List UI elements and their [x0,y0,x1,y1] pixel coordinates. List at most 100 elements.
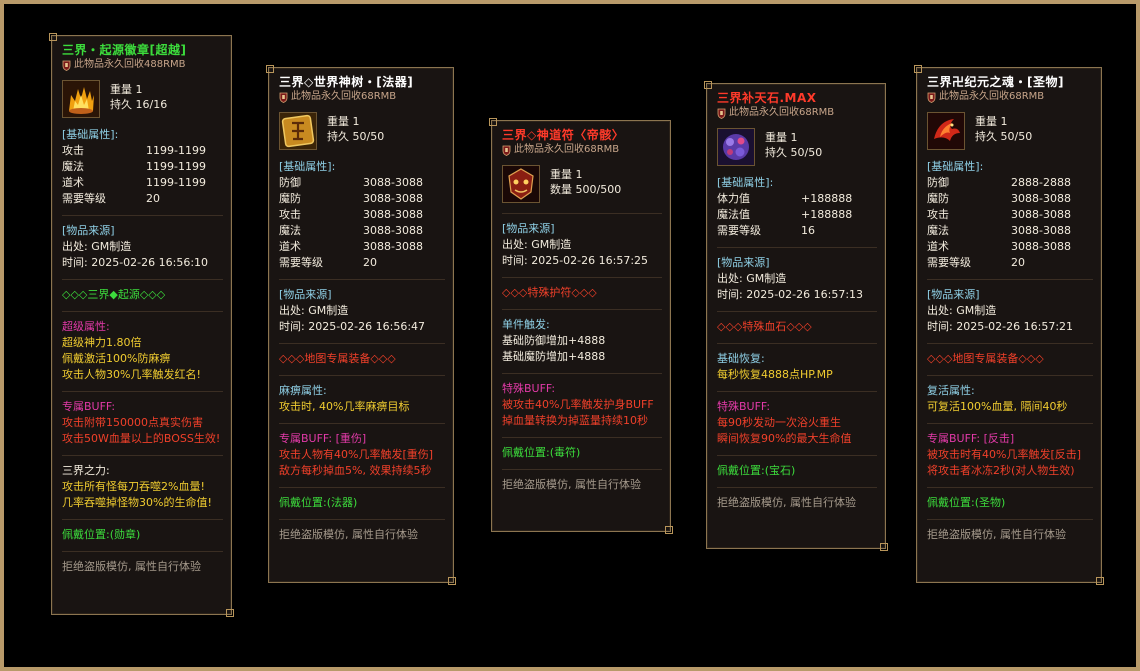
buff-line: 攻击附带150000点真实伤害 [62,416,203,429]
equip-slot: 佩戴位置:(毒符) [502,446,581,459]
source-time: 时间: 2025-02-26 16:56:10 [62,256,209,269]
power-line: 攻击所有怪每刀吞噬2%血量! [62,480,205,493]
shield-icon [717,108,726,119]
shield-icon [62,60,71,71]
divider [927,519,1093,520]
attr-key: 攻击 [62,144,84,157]
attr-value: 3088-3088 [1011,224,1071,237]
attr-row: 防御 2888-2888 [927,175,1093,191]
restore-line: 每秒恢复4888点HP.MP [717,368,833,381]
item-header: 重量 1 持久 16/16 [62,80,223,124]
single-trigger-title: 单件触发: [502,318,550,331]
item-title: 三界◇神道符〈帝骸〉 [502,128,625,142]
attr-value: +188888 [801,192,853,205]
equip-slot: 佩戴位置:(圣物) [927,496,1006,509]
source-title: [物品来源] [62,224,115,237]
footer-note: 拒绝盗版模仿, 属性自行体验 [927,528,1066,541]
purple-gem-stone-icon[interactable] [717,128,755,166]
power-line: 几率吞噬掉怪物30%的生命值! [62,496,212,509]
buff-title: 特殊BUFF: [717,400,771,413]
attr-value: 3088-3088 [363,240,423,253]
recycle-text: 此物品永久回收68RMB [729,107,835,118]
item-tooltip-origin-badge: 三界・起源徽章[超越] 此物品永久回收488RMB 重量 1 持久 16/16 … [49,33,234,617]
footer-note: 拒绝盗版模仿, 属性自行体验 [717,496,856,509]
attr-key: 魔防 [927,192,949,205]
item-stats: 重量 1 持久 16/16 [110,80,167,112]
attr-row: 道术 1199-1199 [62,175,223,191]
divider [717,487,877,488]
item-header: 重量 1 持久 50/50 [927,112,1093,156]
attr-value: 2888-2888 [1011,176,1071,189]
divider [279,423,445,424]
item-tooltip-world-tree: 三界◇世界神树・[法器] 此物品永久回收68RMB 重量 1 持久 50/50 … [266,65,456,585]
attr-key: 防御 [927,176,949,189]
source-title: [物品来源] [717,256,770,269]
attr-value: 3088-3088 [1011,192,1071,205]
divider [717,247,877,248]
durability: 持久 50/50 [765,146,823,159]
source-from: 出处: GM制造 [279,304,349,317]
divider [62,391,223,392]
divider [62,455,223,456]
super-attrs-title: 超级属性: [62,320,110,333]
divider [927,487,1093,488]
item-stats: 重量 1 持久 50/50 [765,128,822,160]
attr-value: 3088-3088 [363,224,423,237]
source-from: 出处: GM制造 [717,272,787,285]
divider [279,519,445,520]
divider [502,213,662,214]
attr-key: 道术 [62,176,84,189]
attr-value: 3088-3088 [363,192,423,205]
divider [62,215,223,216]
special-bloodstone-banner: ◇◇◇特殊血石◇◇◇ [717,320,812,333]
red-phoenix-soul-icon[interactable] [927,112,965,150]
buff-line: 攻击人物有40%几率触发[重伤] [279,448,434,461]
attr-row: 需要等级 20 [62,191,223,207]
buff-title: 特殊BUFF: [502,382,556,395]
super-attr-line: 超级神力1.80倍 [62,336,142,349]
attr-value: 20 [1011,256,1025,269]
divider [279,375,445,376]
attr-key: 魔法值 [717,208,750,221]
attr-value: 3088-3088 [1011,240,1071,253]
divider [927,343,1093,344]
attr-key: 需要等级 [62,192,106,205]
recycle-line: 此物品永久回收68RMB [927,90,1093,104]
equip-slot: 佩戴位置:(宝石) [717,464,796,477]
item-header: 重量 1 持久 50/50 [717,128,877,172]
attr-value: 20 [146,192,160,205]
recycle-line: 此物品永久回收68RMB [717,106,877,120]
quantity: 数量 500/500 [550,183,622,196]
divider [502,469,662,470]
shield-icon [279,92,288,103]
source-title: [物品来源] [279,288,332,301]
attr-list: 防御 2888-2888 魔防 3088-3088 攻击 3088-3088 魔法 30… [927,175,1093,271]
recycle-text: 此物品永久回收68RMB [291,91,397,102]
item-header: 重量 1 数量 500/500 [502,165,662,209]
attr-row: 攻击 3088-3088 [927,207,1093,223]
buff-line: 被攻击时有40%几率触发[反击] [927,448,1082,461]
paralysis-title: 麻痹属性: [279,384,327,397]
source-time: 时间: 2025-02-26 16:57:21 [927,320,1074,333]
golden-rune-tablet-icon[interactable] [279,112,317,150]
single-trigger-line: 基础魔防增加+4888 [502,350,606,363]
source-title: [物品来源] [927,288,980,301]
divider [717,455,877,456]
attr-key: 道术 [279,240,301,253]
equip-slot: 佩戴位置:(勋章) [62,528,141,541]
single-trigger-line: 基础防御增加+4888 [502,334,606,347]
weight: 重量 1 [550,168,583,181]
divider [717,311,877,312]
origin-banner: ◇◇◇三界◆起源◇◇◇ [62,288,166,301]
shield-icon [927,92,936,103]
base-attrs-title: [基础属性]: [927,160,984,173]
buff-line: 敌方每秒掉血5%, 效果持续5秒 [279,464,432,477]
flame-crown-icon[interactable] [62,80,100,118]
revive-line: 可复活100%血量, 隔间40秒 [927,400,1068,413]
source-from: 出处: GM制造 [62,240,132,253]
buff-line: 被攻击40%几率触发护身BUFF [502,398,654,411]
map-exclusive-banner: ◇◇◇地图专属装备◇◇◇ [927,352,1044,365]
attr-key: 体力值 [717,192,750,205]
durability: 持久 50/50 [327,130,385,143]
demon-mask-talisman-icon[interactable] [502,165,540,203]
